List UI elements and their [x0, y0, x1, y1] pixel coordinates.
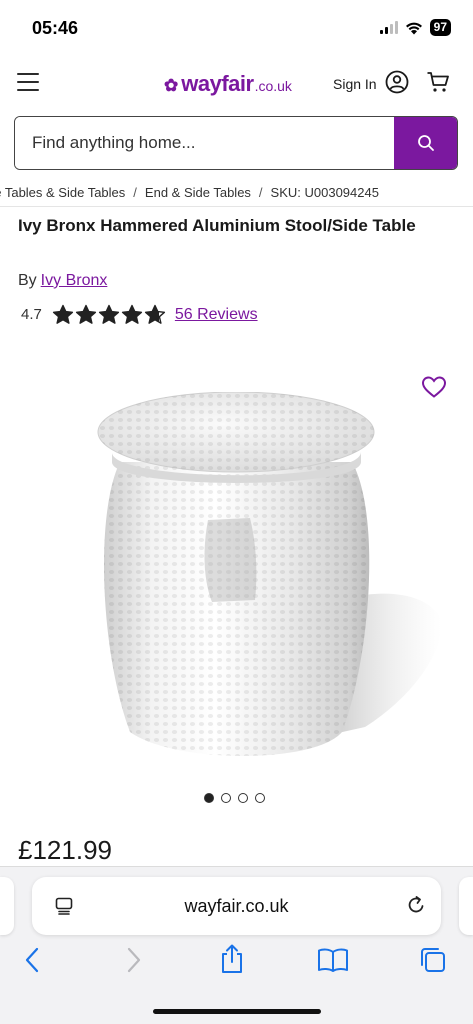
chevron-right-icon [127, 947, 141, 973]
product-price: £121.99 [18, 835, 112, 865]
star-partial-icon [144, 304, 165, 324]
product-image[interactable] [80, 392, 450, 782]
image-pager-dot[interactable] [238, 793, 248, 803]
address-bar[interactable]: wayfair.co.uk [32, 877, 441, 935]
logo-mark-icon: ✿ [164, 76, 179, 95]
search-icon [417, 135, 434, 151]
back-button[interactable] [22, 945, 42, 980]
browser-nav-row [0, 943, 473, 989]
brand-link[interactable]: Ivy Bronx [41, 272, 108, 289]
breadcrumb-sku: SKU: U003094245 [270, 185, 379, 200]
image-pager [204, 793, 265, 803]
share-button[interactable] [218, 943, 246, 980]
book-icon [318, 948, 348, 972]
chevron-left-icon [25, 947, 39, 973]
image-pager-dot[interactable] [204, 793, 214, 803]
url-text: wayfair.co.uk [184, 896, 289, 916]
rating-value: 4.7 [21, 306, 42, 323]
star-full-icon [121, 304, 142, 324]
next-tab-preview[interactable] [459, 877, 473, 935]
site-header: ✿ wayfair .co.uk Sign In [0, 56, 473, 110]
status-bar: 05:46 97 [0, 0, 473, 56]
logo-tld: .co.uk [254, 78, 292, 94]
wayfair-logo[interactable]: ✿ wayfair .co.uk [164, 71, 292, 97]
star-full-icon [75, 304, 96, 324]
logo-name: wayfair [181, 71, 254, 96]
reviews-link[interactable]: 56 Reviews [175, 306, 258, 324]
search-button[interactable] [394, 117, 457, 169]
divider [0, 206, 473, 207]
tabs-icon [421, 948, 445, 972]
breadcrumb-separator: / [258, 185, 263, 200]
account-icon[interactable] [385, 70, 409, 94]
product-rating: 4.7 56 Reviews [21, 304, 258, 325]
browser-toolbar: wayfair.co.uk [0, 866, 473, 1024]
bookmarks-button[interactable] [316, 945, 350, 980]
wifi-icon [405, 22, 422, 34]
home-indicator [153, 1009, 321, 1014]
breadcrumb-separator: / [133, 185, 137, 200]
reload-icon[interactable] [405, 894, 427, 916]
star-rating [52, 304, 166, 325]
image-pager-dot[interactable] [255, 793, 265, 803]
image-pager-dot[interactable] [221, 793, 231, 803]
status-time: 05:46 [32, 18, 79, 38]
search-input[interactable] [15, 117, 394, 169]
menu-icon[interactable] [17, 73, 39, 91]
sign-in-link[interactable]: Sign In [333, 76, 377, 92]
battery-indicator: 97 [429, 19, 451, 36]
tabs-button[interactable] [418, 945, 448, 980]
cart-icon[interactable] [426, 70, 450, 94]
signal-icon [379, 21, 398, 34]
product-title: Ivy Bronx Hammered Aluminium Stool/Side … [18, 216, 416, 235]
star-full-icon [52, 304, 73, 324]
star-full-icon [98, 304, 119, 324]
breadcrumb-item-end-side-tables[interactable]: End & Side Tables [145, 185, 251, 200]
breadcrumb: ee Tables & Side Tables / End & Side Table… [0, 184, 473, 202]
search-bar [14, 116, 458, 170]
share-icon [222, 944, 242, 973]
product-byline: By Ivy Bronx [18, 272, 107, 290]
forward-button[interactable] [124, 945, 144, 980]
breadcrumb-item-coffee-side-tables[interactable]: ee Tables & Side Tables [0, 185, 125, 200]
previous-tab-preview[interactable] [0, 877, 14, 935]
by-label: By [18, 272, 37, 289]
status-indicators: 97 [379, 19, 451, 36]
